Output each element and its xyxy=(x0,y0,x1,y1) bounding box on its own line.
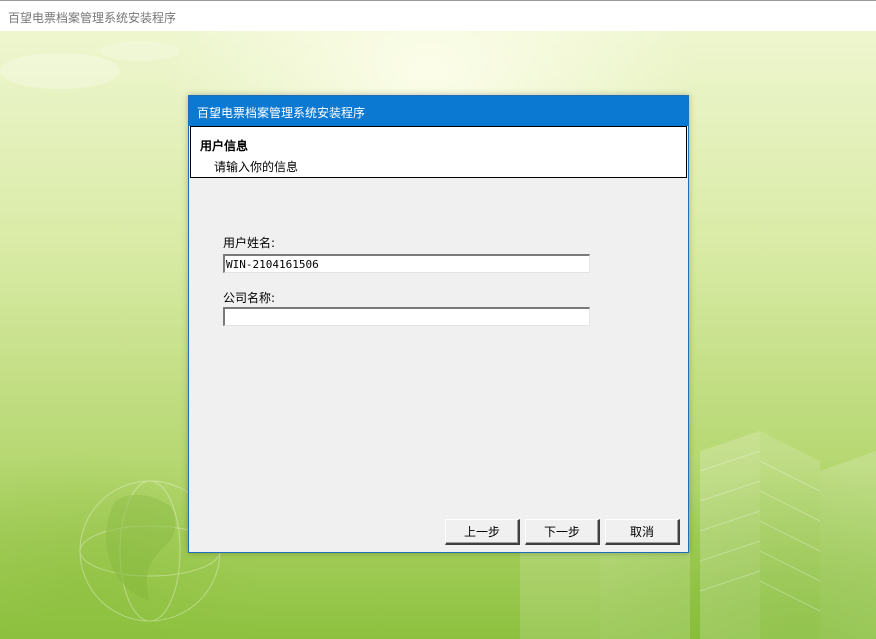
step-title: 用户信息 xyxy=(200,139,249,153)
dialog-header-panel: 用户信息 请输入你的信息 xyxy=(190,126,687,178)
installer-dialog: 百望电票档案管理系统安装程序 用户信息 请输入你的信息 用户姓名: 公司名称: … xyxy=(188,95,689,553)
cancel-button[interactable]: 取消 xyxy=(605,519,680,545)
installer-window-title: 百望电票档案管理系统安装程序 xyxy=(8,11,177,25)
dialog-titlebar[interactable]: 百望电票档案管理系统安装程序 xyxy=(189,96,688,126)
light-streaks xyxy=(0,41,180,89)
username-label: 用户姓名: xyxy=(223,236,276,250)
back-button[interactable]: 上一步 xyxy=(445,519,520,545)
next-button[interactable]: 下一步 xyxy=(525,519,600,545)
installer-window-titlebar: 百望电票档案管理系统安装程序 xyxy=(0,0,876,31)
company-input[interactable] xyxy=(223,307,590,326)
username-input[interactable] xyxy=(223,254,590,273)
installer-screen: 百望电票档案管理系统安装程序 百望电票档案管理系统安装程序 用户信息 请输入你的… xyxy=(0,0,876,639)
step-subtitle: 请输入你的信息 xyxy=(214,160,299,174)
company-label: 公司名称: xyxy=(223,291,276,305)
dialog-title: 百望电票档案管理系统安装程序 xyxy=(197,106,366,120)
